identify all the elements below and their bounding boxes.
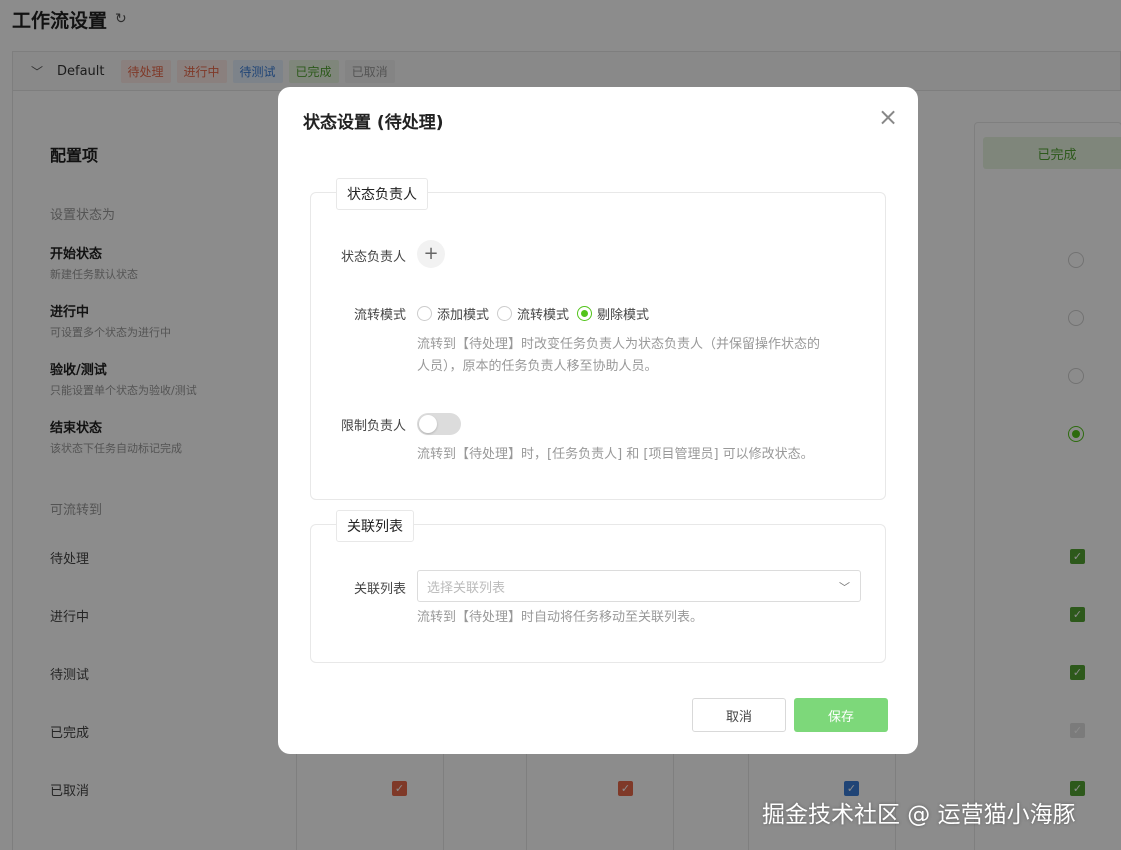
- linked-list-help: 流转到【待处理】时自动将任务移动至关联列表。: [417, 610, 704, 625]
- flow-mode-label: 流转模式: [353, 308, 406, 323]
- flow-mode-help-line: 流转到【待处理】时改变任务负责人为状态负责人（并保留操作状态的: [417, 337, 821, 352]
- flow-mode-add[interactable]: 添加模式: [417, 304, 489, 323]
- assignee-label: 状态负责人: [340, 250, 406, 265]
- linked-list-label: 关联列表: [353, 582, 406, 597]
- add-assignee-button[interactable]: +: [417, 240, 445, 268]
- status-settings-modal: 状态设置 (待处理) × 状态负责人 状态负责人 + 流转模式 添加模式 流转模…: [278, 87, 918, 754]
- radio-icon: [497, 306, 513, 321]
- linked-list-section: 关联列表 关联列表 选择关联列表 ﹀ 流转到【待处理】时自动将任务移动至关联列表…: [310, 510, 886, 663]
- plus-icon: +: [423, 243, 439, 264]
- close-icon[interactable]: ×: [878, 105, 898, 129]
- flow-mode-option-label: 流转模式: [517, 308, 570, 323]
- assignee-section-legend: 状态负责人: [336, 178, 428, 210]
- linked-list-section-legend: 关联列表: [336, 510, 414, 542]
- flow-mode-help: 流转到【待处理】时改变任务负责人为状态负责人（并保留操作状态的 人员），原本的任…: [417, 334, 820, 378]
- radio-icon: [577, 306, 593, 321]
- limit-assignee-toggle[interactable]: [417, 413, 461, 435]
- linked-list-select[interactable]: 选择关联列表 ﹀: [417, 570, 861, 602]
- limit-assignee-help: 流转到【待处理】时，[任务负责人] 和 [项目管理员] 可以修改状态。: [417, 447, 814, 462]
- flow-mode-radio-group: 添加模式 流转模式 剔除模式: [417, 304, 657, 323]
- limit-assignee-label: 限制负责人: [340, 419, 406, 434]
- chevron-down-icon: ﹀: [839, 581, 850, 594]
- flow-mode-remove[interactable]: 剔除模式: [577, 304, 649, 323]
- flow-mode-help-line: 人员），原本的任务负责人移至协助人员。: [417, 359, 658, 374]
- flow-mode-option-label: 剔除模式: [597, 308, 650, 323]
- assignee-section: 状态负责人 状态负责人 + 流转模式 添加模式 流转模式 剔除模式 流转到【待处…: [310, 178, 886, 500]
- radio-icon: [417, 306, 432, 321]
- linked-list-placeholder: 选择关联列表: [427, 580, 506, 596]
- flow-mode-option-label: 添加模式: [437, 308, 490, 323]
- save-button[interactable]: 保存: [794, 698, 888, 732]
- modal-title: 状态设置 (待处理): [303, 113, 444, 133]
- watermark: 掘金技术社区 @ 运营猫小海豚: [762, 802, 1076, 828]
- cancel-button[interactable]: 取消: [692, 698, 786, 732]
- flow-mode-flow[interactable]: 流转模式: [497, 304, 569, 323]
